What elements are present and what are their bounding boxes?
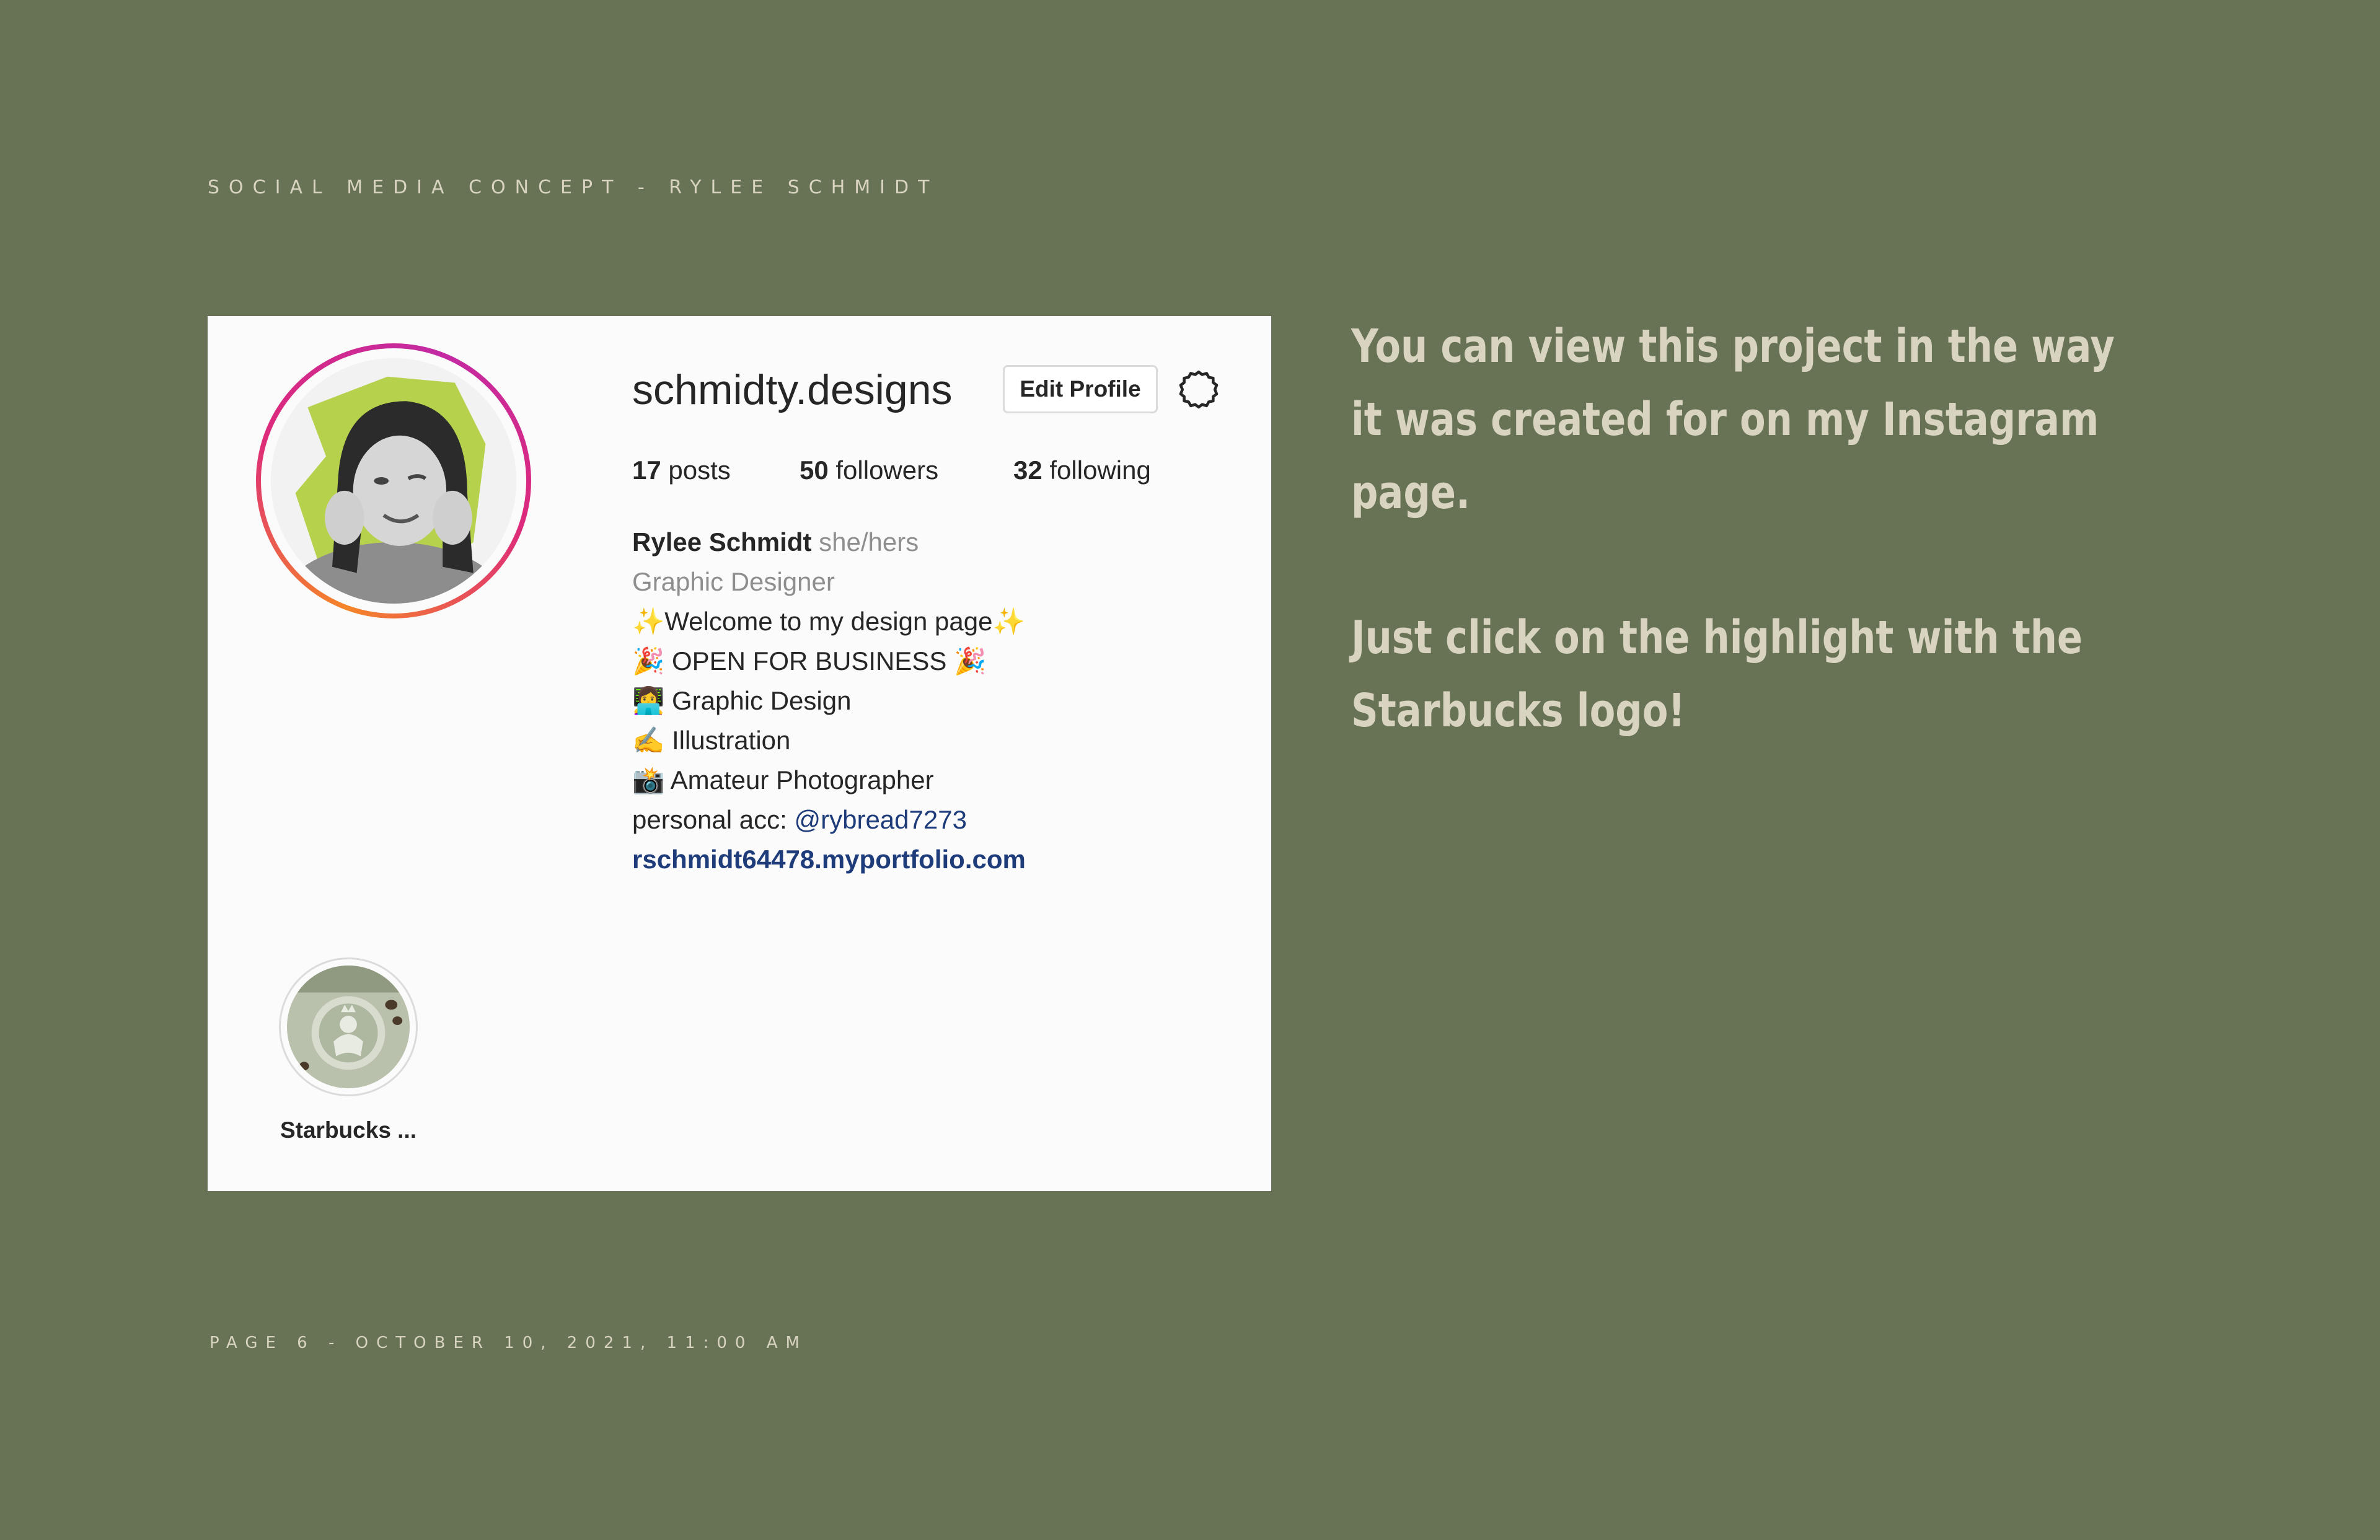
followers-stat[interactable]: 50 followers [800, 455, 938, 485]
avatar-photo [271, 358, 516, 604]
settings-gear-icon[interactable] [1178, 369, 1220, 411]
personal-account-link[interactable]: @rybread7273 [794, 805, 966, 834]
bio-category: Graphic Designer [632, 567, 835, 596]
bio-welcome-line: ✨Welcome to my design page✨ [632, 607, 1025, 636]
following-count: 32 [1013, 455, 1042, 485]
side-description: You can view this project in the way it … [1351, 310, 2144, 747]
header-caption: SOCIAL MEDIA CONCEPT - RYLEE SCHMIDT [208, 177, 939, 198]
side-paragraph-2: Just click on the highlight with the Sta… [1351, 611, 2083, 737]
bio-personal-line: personal acc: @rybread7273 [632, 800, 1026, 840]
side-paragraph-1: You can view this project in the way it … [1351, 320, 2115, 519]
profile-username: schmidty.designs [632, 366, 953, 413]
bio-graphic-line: 👩‍💻 Graphic Design [632, 686, 852, 715]
posts-label: posts [661, 455, 731, 485]
bio-personal-prefix: personal acc: [632, 805, 795, 834]
bio-illustration-line: ✍️ Illustration [632, 726, 791, 755]
story-highlight-starbucks[interactable] [279, 957, 418, 1096]
footer-caption: PAGE 6 - OCTOBER 10, 2021, 11:00 AM [209, 1334, 808, 1352]
edit-profile-button[interactable]: Edit Profile [1003, 365, 1158, 413]
following-label: following [1042, 455, 1151, 485]
bio-name-line: Rylee Schmidt she/hers [632, 522, 1026, 562]
following-stat[interactable]: 32 following [1013, 455, 1151, 485]
bio-photographer-line: 📸 Amateur Photographer [632, 765, 934, 794]
followers-count: 50 [800, 455, 829, 485]
bio-open-line: 🎉 OPEN FOR BUSINESS 🎉 [632, 646, 987, 675]
profile-avatar[interactable] [256, 343, 531, 618]
posts-stat[interactable]: 17 posts [632, 455, 731, 485]
highlight-label: Starbucks ... [280, 1117, 417, 1143]
profile-bio: Rylee Schmidt she/hers Graphic Designer … [632, 522, 1026, 879]
followers-label: followers [828, 455, 939, 485]
bio-name: Rylee Schmidt [632, 527, 812, 557]
bio-pronouns: she/hers [819, 527, 919, 557]
portfolio-website-link[interactable]: rschmidt64478.myportfolio.com [632, 840, 1026, 879]
starbucks-logo-icon [287, 966, 410, 1088]
posts-count: 17 [632, 455, 661, 485]
